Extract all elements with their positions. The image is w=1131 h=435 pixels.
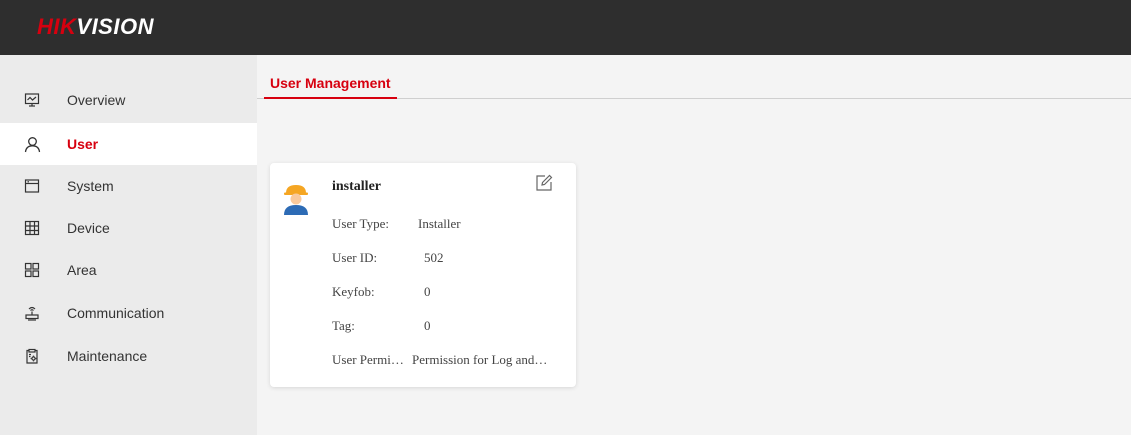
router-icon [23, 304, 41, 322]
sidebar-item-overview[interactable]: Overview [0, 79, 257, 121]
sidebar-item-label: Overview [67, 92, 126, 108]
top-bar: HIKVISION [0, 0, 1131, 55]
clipboard-gear-icon [23, 347, 41, 365]
field-value: 502 [424, 250, 444, 265]
window-icon [23, 177, 41, 195]
grid-device-icon [23, 219, 41, 237]
sidebar-item-maintenance[interactable]: Maintenance [0, 335, 257, 377]
field-value: Permission for Log and… [412, 352, 548, 367]
field-value: 0 [424, 284, 431, 299]
sidebar-item-label: Area [67, 262, 97, 278]
sidebar-item-system[interactable]: System [0, 165, 257, 207]
user-icon [23, 135, 41, 153]
sidebar-item-label: User [67, 136, 99, 152]
installer-avatar-icon [282, 183, 310, 215]
sidebar-item-area[interactable]: Area [0, 249, 257, 291]
main-content: User Management installer User Type: Ins… [257, 55, 1131, 435]
logo-hik: HIK [37, 14, 77, 39]
sidebar-item-label: Device [67, 220, 110, 236]
sidebar-item-label: Maintenance [67, 348, 148, 364]
logo-vision: VISION [76, 14, 154, 39]
user-card[interactable]: installer User Type: Installer User ID: … [270, 163, 576, 387]
tab-user-management[interactable]: User Management [264, 75, 397, 99]
field-label: Keyfob: [332, 284, 375, 299]
area-squares-icon [23, 261, 41, 279]
sidebar-item-device[interactable]: Device [0, 207, 257, 249]
sidebar: Overview User System Device Area Communi… [0, 55, 257, 435]
sidebar-item-label: Communication [67, 305, 165, 321]
sidebar-item-label: System [67, 178, 114, 194]
field-label: Tag: [332, 318, 355, 333]
hikvision-logo: HIKVISION [37, 14, 154, 40]
monitor-icon [23, 91, 41, 109]
field-value: Installer [418, 216, 461, 231]
field-label: User Permi… [332, 352, 404, 367]
user-name: installer [332, 179, 381, 194]
sidebar-item-communication[interactable]: Communication [0, 292, 257, 334]
sidebar-item-user[interactable]: User [0, 123, 257, 165]
edit-icon[interactable] [534, 173, 554, 193]
field-value: 0 [424, 318, 431, 333]
field-label: User Type: [332, 216, 389, 231]
field-label: User ID: [332, 250, 378, 265]
